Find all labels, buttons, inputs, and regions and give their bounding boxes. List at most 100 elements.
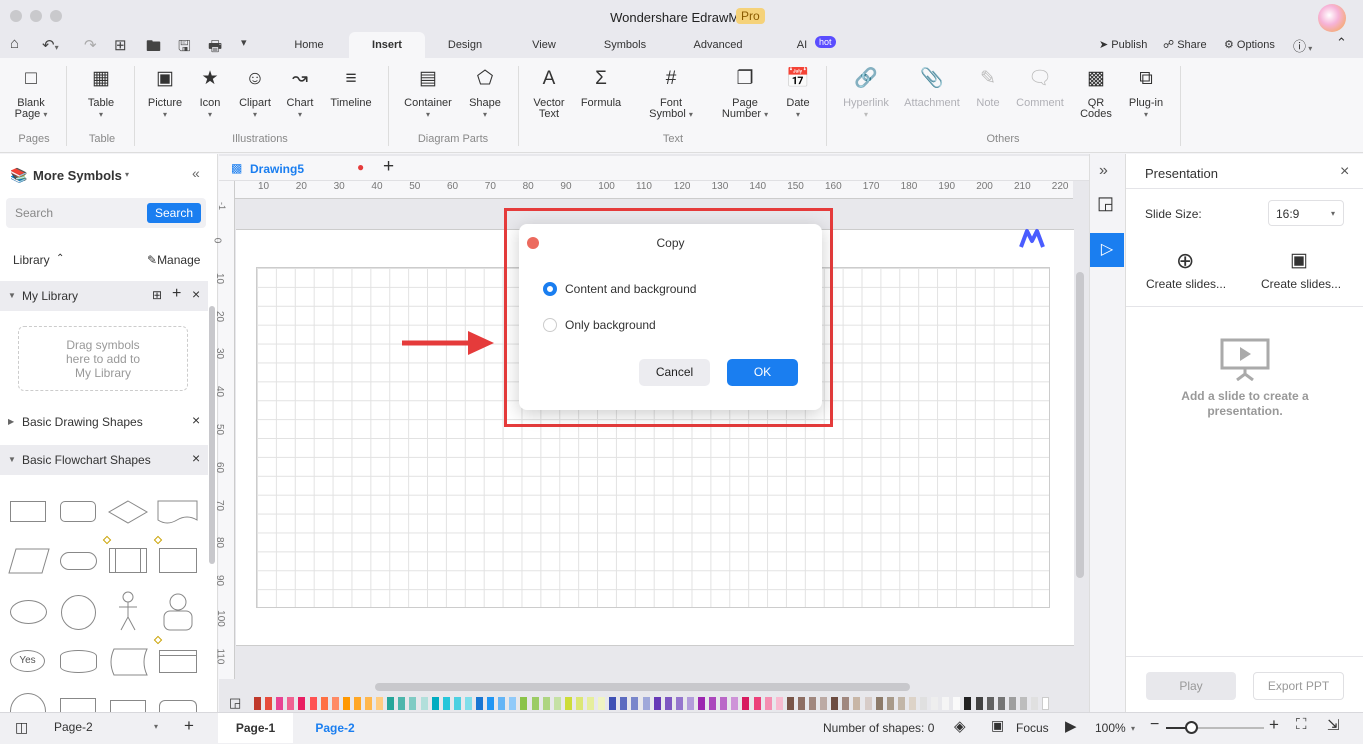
note-button[interactable]: ✎ Note — [970, 68, 1006, 109]
fullscreen-icon[interactable]: ⇲ — [1327, 716, 1340, 734]
qr-codes-button[interactable]: ▩ QR Codes — [1076, 68, 1116, 120]
color-swatch[interactable] — [531, 697, 539, 710]
color-swatch[interactable] — [975, 697, 983, 710]
zoom-dropdown-icon[interactable]: ▾ — [1131, 724, 1135, 733]
attachment-button[interactable]: 📎 Attachment — [900, 68, 964, 109]
actor-shape[interactable] — [116, 591, 140, 631]
shape-button[interactable]: ⬠ Shape ▾ — [464, 68, 506, 120]
zoom-slider-handle[interactable] — [1185, 721, 1198, 734]
redo-icon[interactable]: ↷ — [84, 36, 97, 54]
blank-page-button[interactable]: □ Blank Page ▾ — [10, 68, 52, 120]
more-symbols-title[interactable]: More Symbols — [33, 168, 122, 183]
share-button[interactable]: ☍ Share — [1163, 38, 1207, 51]
color-swatch[interactable] — [1008, 697, 1016, 710]
collapse-panel-icon[interactable]: « — [192, 165, 200, 181]
page-select[interactable]: Page-2 ▾ — [44, 716, 164, 738]
zoom-level[interactable]: 100% — [1095, 721, 1126, 735]
color-swatch[interactable] — [520, 697, 528, 710]
document-shape[interactable] — [157, 500, 199, 526]
cancel-button[interactable]: Cancel — [639, 359, 710, 386]
process-shape[interactable] — [10, 501, 46, 522]
color-swatch[interactable] — [742, 697, 750, 710]
color-swatch[interactable] — [353, 697, 361, 710]
color-swatch[interactable] — [320, 697, 328, 710]
manage-button[interactable]: ✎Manage — [147, 253, 200, 267]
user-shape[interactable] — [162, 593, 194, 631]
zoom-in-icon[interactable]: + — [1269, 715, 1279, 735]
color-swatch[interactable] — [964, 697, 972, 710]
color-swatch[interactable] — [487, 697, 495, 710]
data-shape[interactable] — [8, 548, 50, 574]
play-circle-icon[interactable]: ▶ — [1065, 717, 1077, 735]
database-shape[interactable] — [60, 650, 97, 673]
hyperlink-button[interactable]: 🔗 Hyperlink ▾ — [838, 68, 894, 120]
color-swatch[interactable] — [897, 697, 905, 710]
plug-in-button[interactable]: ⧉ Plug-in ▾ — [1124, 68, 1168, 120]
color-swatch[interactable] — [720, 697, 728, 710]
color-swatch[interactable] — [331, 697, 339, 710]
color-swatch[interactable] — [553, 697, 561, 710]
internal-storage-shape[interactable] — [159, 548, 197, 573]
color-swatch[interactable] — [431, 697, 439, 710]
color-swatch[interactable] — [886, 697, 894, 710]
quick-access-dropdown-icon[interactable]: ▾ — [241, 36, 247, 49]
color-swatch[interactable] — [764, 697, 772, 710]
ellipse-shape[interactable] — [10, 600, 47, 624]
canvas-vertical-scrollbar[interactable] — [1076, 272, 1084, 578]
color-swatch[interactable] — [731, 697, 739, 710]
font-symbol-button[interactable]: # Font Symbol ▾ — [640, 68, 702, 120]
terminator-shape[interactable] — [60, 552, 97, 570]
color-swatch[interactable] — [698, 697, 705, 710]
shape-partial[interactable] — [60, 698, 96, 712]
icon-button[interactable]: ★ Icon ▾ — [192, 68, 228, 120]
color-swatch[interactable] — [797, 697, 805, 710]
search-button[interactable]: Search — [147, 203, 201, 223]
color-swatch[interactable] — [820, 697, 828, 710]
color-swatch[interactable] — [775, 697, 783, 710]
color-swatch[interactable] — [875, 697, 883, 710]
avatar[interactable] — [1318, 4, 1346, 32]
radio-content-and-background[interactable] — [543, 282, 557, 296]
color-swatch[interactable] — [631, 697, 639, 710]
color-swatch[interactable] — [265, 697, 273, 710]
radio-only-background[interactable] — [543, 318, 557, 332]
formula-button[interactable]: Σ Formula — [578, 68, 624, 109]
more-symbols-dropdown-icon[interactable]: ▾ — [125, 170, 129, 179]
zoom-out-icon[interactable]: − — [1150, 716, 1159, 734]
color-swatch[interactable] — [575, 697, 583, 710]
color-swatch[interactable] — [686, 697, 694, 710]
circle-shape[interactable] — [61, 595, 96, 630]
import-icon[interactable]: ⊞ — [152, 288, 162, 302]
my-library-drop-zone[interactable]: Drag symbols here to add to My Library — [18, 326, 188, 391]
page-tab-2[interactable]: Page-2 — [300, 713, 370, 743]
presentation-icon[interactable]: ▷ — [1090, 233, 1124, 267]
add-tab-icon[interactable]: + — [383, 156, 394, 178]
rounded-rectangle-shape[interactable] — [60, 501, 96, 522]
expand-panel-icon[interactable]: » — [1099, 162, 1108, 180]
color-swatch[interactable] — [409, 697, 417, 710]
tab-ai[interactable]: AI — [790, 34, 814, 56]
yes-shape[interactable]: Yes — [10, 650, 45, 672]
help-icon[interactable]: ⓘ ▾ — [1293, 36, 1312, 55]
play-button[interactable]: Play — [1146, 672, 1236, 700]
shape-partial[interactable] — [110, 700, 146, 712]
tab-home[interactable]: Home — [285, 34, 333, 56]
vector-text-button[interactable]: A Vector Text — [528, 68, 570, 120]
color-swatch[interactable] — [642, 697, 650, 710]
color-swatch[interactable] — [587, 697, 594, 710]
comment-button[interactable]: 🗨 Comment — [1012, 68, 1068, 109]
publish-button[interactable]: ➤ Publish — [1099, 38, 1147, 51]
color-swatch[interactable] — [908, 697, 916, 710]
note-shape[interactable] — [159, 650, 197, 673]
color-swatch[interactable] — [653, 697, 661, 710]
color-swatch[interactable] — [376, 697, 384, 710]
ok-button[interactable]: OK — [727, 359, 798, 386]
library-collapse-icon[interactable]: ⌃ — [56, 253, 64, 264]
close-icon[interactable]: × — [192, 286, 200, 302]
document-tab[interactable]: Drawing5 — [250, 162, 304, 176]
color-swatch[interactable] — [609, 697, 617, 710]
decision-shape[interactable] — [108, 500, 148, 524]
color-swatch[interactable] — [398, 697, 406, 710]
color-swatch[interactable] — [1031, 697, 1038, 710]
color-swatch[interactable] — [986, 697, 994, 710]
